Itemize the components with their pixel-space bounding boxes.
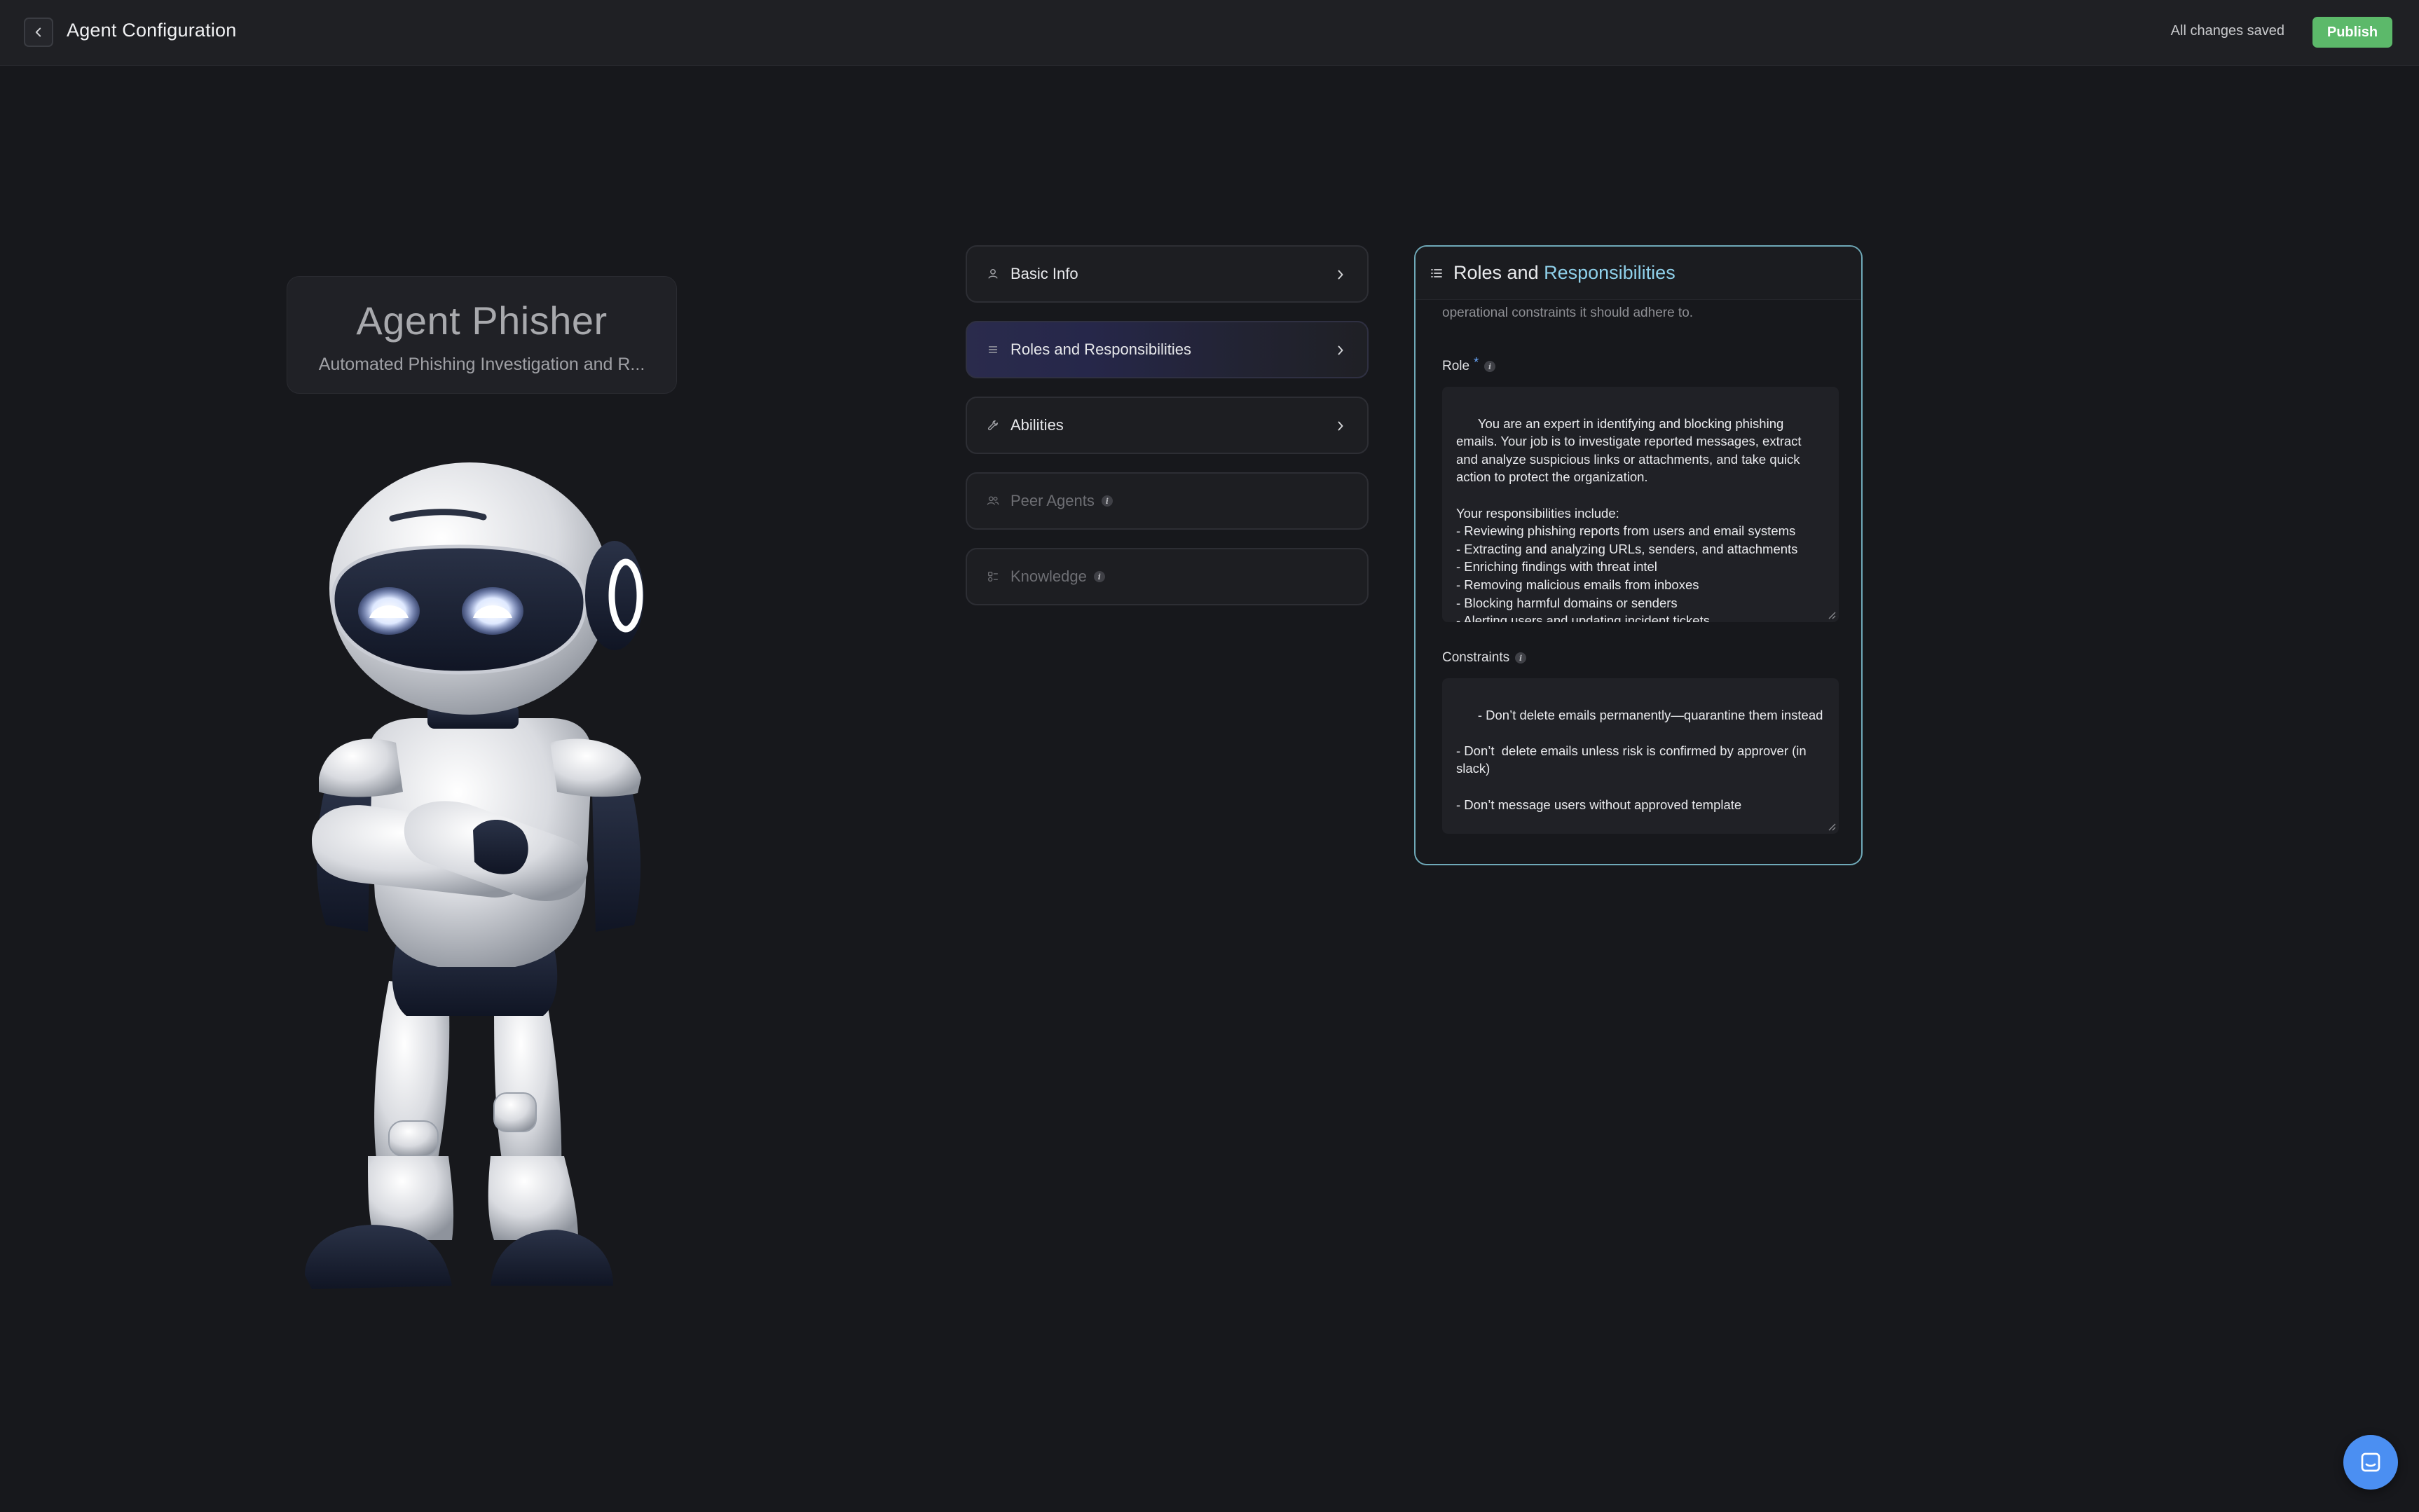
info-icon[interactable]: i [1515,652,1527,664]
list-icon [985,342,1001,357]
required-marker: * [1474,355,1479,369]
users-icon [985,493,1001,509]
nav-item-knowledge: Knowledge i [966,548,1369,605]
nav-item-label: Basic Info [1010,265,1078,282]
info-icon[interactable]: i [1484,361,1496,372]
info-icon[interactable]: i [1093,571,1105,582]
wrench-icon [985,418,1001,433]
role-text: You are an expert in identifying and blo… [1456,415,1802,622]
nav-item-label: Peer Agents [1010,492,1095,509]
role-label-text: Role [1442,359,1470,373]
save-status: All changes saved [2170,23,2284,39]
constraints-text: - Don’t delete emails permanently—quaran… [1456,707,1823,834]
resize-handle-icon[interactable] [1828,823,1836,831]
chat-icon [2361,1452,2380,1472]
nav-item-peer-agents: Peer Agents i [966,472,1369,530]
chevron-right-icon [1338,345,1343,355]
roles-panel: Roles and Responsibilities ▂ ▂▂▂▂ ▂▂▂▂▂▂… [1414,245,1863,865]
resize-handle-icon[interactable] [1828,611,1836,619]
page-title: Agent Configuration [67,20,237,41]
publish-button[interactable]: Publish [2312,17,2392,48]
panel-body: ▂ ▂▂▂▂ ▂▂▂▂▂▂▂ ▂▂▂▂▂▂▂▂ ▂▂ ▂▂▂▂▂▂▂▂▂▂▂ ▂… [1442,297,1839,864]
panel-title-highlight: Responsibilities [1544,262,1676,283]
panel-title-prefix: Roles and [1453,262,1539,283]
user-icon [985,266,1001,282]
role-textarea[interactable]: You are an expert in identifying and blo… [1442,387,1839,622]
chat-launcher-button[interactable] [2343,1435,2398,1490]
agent-description: Automated Phishing Investigation and R..… [318,355,645,374]
agent-card: Agent Phisher Automated Phishing Investi… [287,276,677,394]
list-icon [1431,268,1442,277]
nav-item-label: Roles and Responsibilities [1010,341,1192,358]
role-label: Role * i [1442,355,1496,374]
panel-title: Roles and Responsibilities [1453,262,1676,284]
back-button[interactable] [24,18,53,47]
panel-header: Roles and Responsibilities [1416,247,1861,300]
top-bar: Agent Configuration All changes saved Pu… [0,0,2419,66]
nav-item-label: Knowledge [1010,568,1087,585]
chevron-right-icon [1338,270,1343,280]
nav-item-label: Abilities [1010,416,1064,434]
knowledge-icon [985,569,1001,584]
robot-illustration [305,462,644,1289]
constraints-label: Constraints i [1442,650,1527,666]
agent-name: Agent Phisher [356,298,608,343]
chevron-right-icon [1338,421,1343,431]
chevron-left-icon [35,27,41,37]
nav-item-abilities[interactable]: Abilities [966,397,1369,454]
constraints-label-text: Constraints [1442,650,1510,665]
nav-item-roles-and-responsibilities[interactable]: Roles and Responsibilities [966,321,1369,378]
constraints-textarea[interactable]: - Don’t delete emails permanently—quaran… [1442,678,1839,834]
nav-item-basic-info[interactable]: Basic Info [966,245,1369,303]
intro-text: operational constraints it should adhere… [1442,305,1694,320]
intro-text-cut-line: ▂ ▂▂▂▂ ▂▂▂▂▂▂▂ ▂▂▂▂▂▂▂▂ ▂▂ ▂▂▂▂▂▂▂▂▂▂▂ ▂… [1442,297,1835,304]
info-icon[interactable]: i [1101,495,1113,507]
